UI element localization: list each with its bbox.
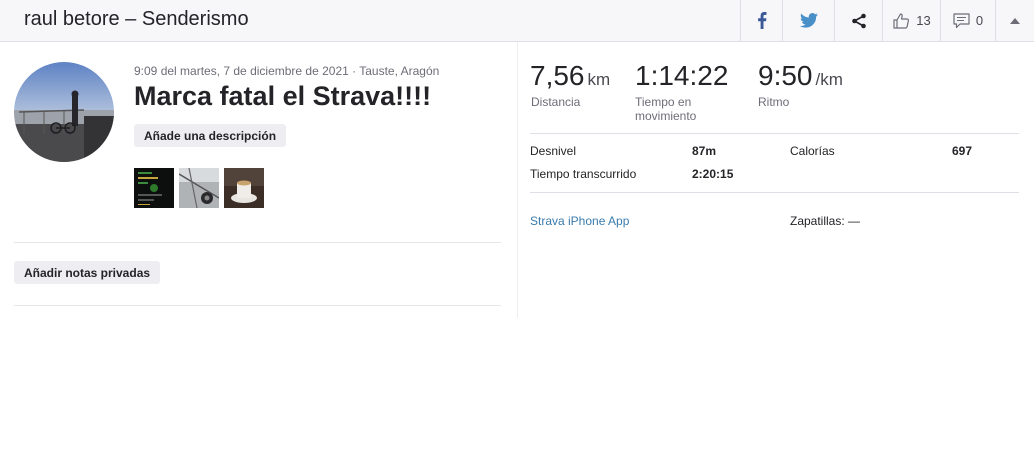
photo-thumbnail[interactable] <box>224 168 264 208</box>
kudos-count: 13 <box>916 13 931 28</box>
elapsed-time-value: 2:20:15 <box>692 167 734 181</box>
activity-title: Marca fatal el Strava!!!! <box>134 81 432 111</box>
shoes-info: Zapatillas: — <box>790 214 861 228</box>
moving-time-label: Tiempo en movimiento <box>635 95 697 123</box>
pace-label: Ritmo <box>758 95 790 109</box>
comment-button[interactable]: 0 <box>940 0 995 41</box>
distance-stat: 7,56 km <box>530 60 610 92</box>
comment-icon <box>953 12 970 28</box>
moving-time-value: 1:14:22 <box>635 60 729 91</box>
twitter-icon <box>799 13 818 28</box>
facebook-share-button[interactable] <box>740 0 782 41</box>
activity-header: raul betore – Senderismo 13 0 <box>0 0 1034 42</box>
moving-time-stat: 1:14:22 <box>635 60 728 92</box>
distance-label: Distancia <box>531 95 581 109</box>
share-icon <box>851 13 866 28</box>
column-divider <box>517 42 518 318</box>
pace-value: 9:50 <box>758 60 813 91</box>
thumbs-up-icon <box>893 12 910 29</box>
distance-unit: km <box>587 70 611 89</box>
section-divider <box>14 305 501 306</box>
elevation-label: Desnivel <box>530 144 577 158</box>
photo-thumbnail[interactable] <box>179 168 219 208</box>
activity-meta: 9:09 del martes, 7 de diciembre de 2021 … <box>134 64 440 78</box>
stats-divider <box>530 133 1019 134</box>
details-divider <box>530 192 1019 193</box>
page-title: raul betore – Senderismo <box>24 8 249 30</box>
device-link[interactable]: Strava iPhone App <box>530 214 629 228</box>
avatar[interactable] <box>14 62 114 162</box>
collapse-button[interactable] <box>995 0 1034 41</box>
pace-unit: /km <box>815 70 843 89</box>
calories-label: Calorías <box>790 144 835 158</box>
distance-value: 7,56 <box>530 60 585 91</box>
kudos-button[interactable]: 13 <box>882 0 940 41</box>
add-description-button[interactable]: Añade una descripción <box>134 124 287 147</box>
section-divider <box>14 242 501 243</box>
pace-stat: 9:50/km <box>758 60 843 92</box>
comment-count: 0 <box>975 13 984 28</box>
photo-thumbnail[interactable] <box>134 168 174 208</box>
share-button[interactable] <box>834 0 882 41</box>
calories-value: 697 <box>952 144 973 158</box>
elapsed-time-label: Tiempo transcurrido <box>530 167 637 181</box>
elevation-value: 87m <box>692 144 717 158</box>
chevron-up-icon <box>1010 18 1020 24</box>
facebook-icon <box>757 12 766 29</box>
add-private-notes-button[interactable]: Añadir notas privadas <box>14 261 161 284</box>
twitter-share-button[interactable] <box>782 0 834 41</box>
